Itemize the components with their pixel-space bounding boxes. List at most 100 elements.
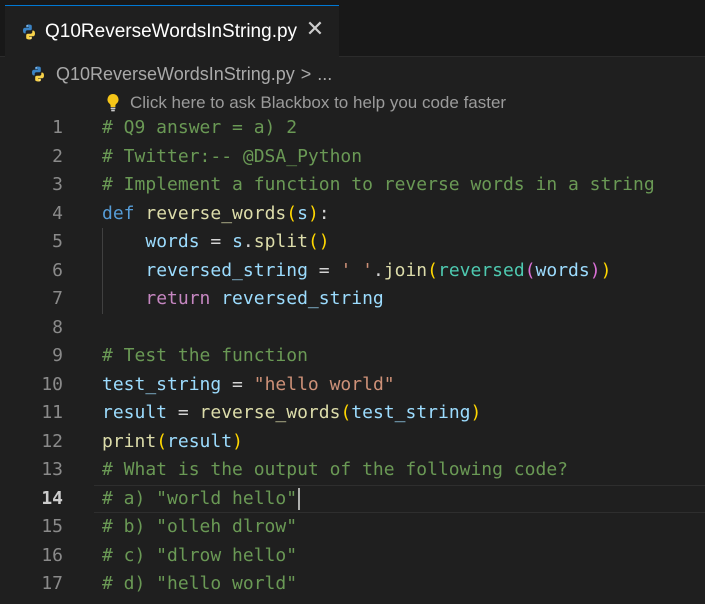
code-text: def reverse_words(s): [102, 200, 330, 229]
code-token: ) [589, 259, 601, 281]
code-token: result [102, 402, 168, 423]
code-token: reversed_string [145, 259, 308, 281]
code-token: reversed [438, 259, 525, 281]
code-token: . [242, 231, 254, 252]
code-editor[interactable]: 1 # Q9 answer = a) 2 2 # Twitter:-- @DSA_Py… [0, 114, 705, 599]
code-token: # a) "world hello" [102, 487, 298, 509]
line-number: 10 [41, 373, 63, 395]
code-token: . [372, 259, 384, 281]
code-token: print [102, 430, 157, 452]
code-line[interactable]: 4 def reverse_words(s): [0, 200, 705, 229]
code-token: reverse_words [199, 402, 341, 423]
code-token: result [167, 430, 233, 452]
code-token: ) [470, 402, 482, 423]
hint-text: Click here to ask Blackbox to help you c… [130, 93, 507, 112]
code-line[interactable]: 8 [0, 314, 705, 343]
code-line[interactable]: 17 # d) "hello world" [0, 570, 705, 599]
code-token: # Q9 answer = a) 2 [102, 117, 298, 138]
code-token: def [102, 202, 146, 224]
line-number: 16 [41, 544, 63, 566]
line-number: 1 [52, 117, 63, 138]
python-icon [30, 66, 46, 82]
code-text: result = reverse_words(test_string) [102, 399, 481, 428]
tab-bar: Q10ReverseWordsInString.py ✕ [0, 0, 705, 58]
code-token: ) [232, 430, 243, 452]
code-text: # Q9 answer = a) 2 [102, 114, 297, 143]
code-token: return [145, 288, 222, 309]
code-token: join [383, 259, 428, 281]
breadcrumb-separator: > [300, 63, 312, 84]
code-line[interactable]: 11 result = reverse_words(test_string) [0, 399, 705, 428]
code-text: test_string = "hello world" [102, 371, 395, 400]
python-icon [21, 24, 37, 40]
code-line[interactable]: 1 # Q9 answer = a) 2 [0, 114, 705, 143]
code-line[interactable]: 9 # Test the function [0, 342, 705, 371]
code-token: = [307, 259, 341, 281]
code-line[interactable]: 13 # What is the output of the following … [0, 456, 705, 485]
code-text: # Test the function [102, 342, 308, 371]
code-token: words [535, 259, 590, 281]
code-token: ( [427, 259, 438, 281]
code-token: = [167, 402, 200, 423]
code-token: # Implement a function to reverse words … [102, 174, 655, 195]
code-line[interactable]: 15 # b) "olleh dlrow" [0, 513, 705, 542]
code-text: # b) "olleh dlrow" [102, 513, 297, 542]
line-number: 8 [52, 316, 63, 338]
code-line[interactable]: 16 # c) "dlrow hello" [0, 542, 705, 571]
code-line[interactable]: 12 print(result) [0, 428, 705, 457]
lightbulb-icon [107, 94, 119, 112]
code-token: ( [156, 430, 168, 452]
code-token: ) [600, 259, 612, 281]
code-token: ( [340, 402, 352, 423]
code-line[interactable]: 5 words = s.split() [0, 228, 705, 257]
editor-window: Q10ReverseWordsInString.py ✕ Q10ReverseW… [0, 0, 705, 604]
code-token: ' ' [340, 259, 373, 281]
code-token: reversed_string [221, 288, 384, 309]
breadcrumb: Q10ReverseWordsInString.py > ... [0, 58, 705, 90]
code-line[interactable]: 3 # Implement a function to reverse words… [0, 171, 705, 200]
blackbox-hint[interactable]: Click here to ask Blackbox to help you c… [106, 90, 506, 116]
breadcrumb-more[interactable]: ... [317, 64, 332, 85]
text-cursor [298, 487, 301, 510]
code-line[interactable]: 2 # Twitter:-- @DSA_Python [0, 143, 705, 172]
line-number: 2 [52, 145, 63, 167]
code-token: test_string [351, 402, 471, 423]
code-token: = [221, 373, 254, 395]
code-token: # Twitter:-- @DSA_Python [102, 145, 363, 167]
line-number: 12 [41, 430, 63, 452]
code-token: # c) "dlrow hello" [102, 544, 298, 566]
code-text: # a) "world hello" [102, 485, 301, 514]
code-line[interactable]: 6 reversed_string = ' '.join(reversed(wo… [0, 256, 705, 286]
code-token: ( [286, 202, 298, 224]
code-token: split [253, 231, 308, 252]
code-line[interactable]: 14 # a) "world hello" [0, 484, 705, 514]
line-number: 9 [52, 345, 63, 366]
line-number: 11 [41, 402, 63, 423]
tab-q10reversewordsinstring[interactable]: Q10ReverseWordsInString.py ✕ [5, 5, 339, 58]
code-line[interactable]: 7 return reversed_string [0, 285, 705, 314]
code-text: reversed_string = ' '.join(reversed(word… [102, 257, 611, 286]
code-text: # Twitter:-- @DSA_Python [102, 143, 362, 172]
code-text: # What is the output of the following co… [102, 456, 568, 485]
code-token: # Test the function [102, 345, 308, 366]
code-token: # b) "olleh dlrow" [102, 516, 298, 537]
line-number: 14 [41, 487, 63, 509]
code-token: reverse_words [145, 202, 287, 224]
code-token: test_string [102, 373, 222, 395]
close-icon[interactable]: ✕ [303, 18, 327, 42]
line-number: 3 [52, 174, 63, 195]
breadcrumb-file[interactable]: Q10ReverseWordsInString.py [56, 64, 295, 85]
line-number: 15 [41, 516, 63, 537]
code-text: # Implement a function to reverse words … [102, 171, 655, 200]
code-text: # c) "dlrow hello" [102, 542, 297, 571]
code-text: words = s.split() [102, 228, 329, 257]
code-line[interactable]: 10 test_string = "hello world" [0, 371, 705, 400]
code-token: # d) "hello world" [102, 573, 298, 594]
code-token: # What is the output of the following co… [102, 459, 568, 480]
line-number: 6 [52, 259, 63, 281]
code-token: = [199, 231, 233, 252]
code-token: ( [524, 259, 536, 281]
line-number: 7 [52, 288, 63, 309]
